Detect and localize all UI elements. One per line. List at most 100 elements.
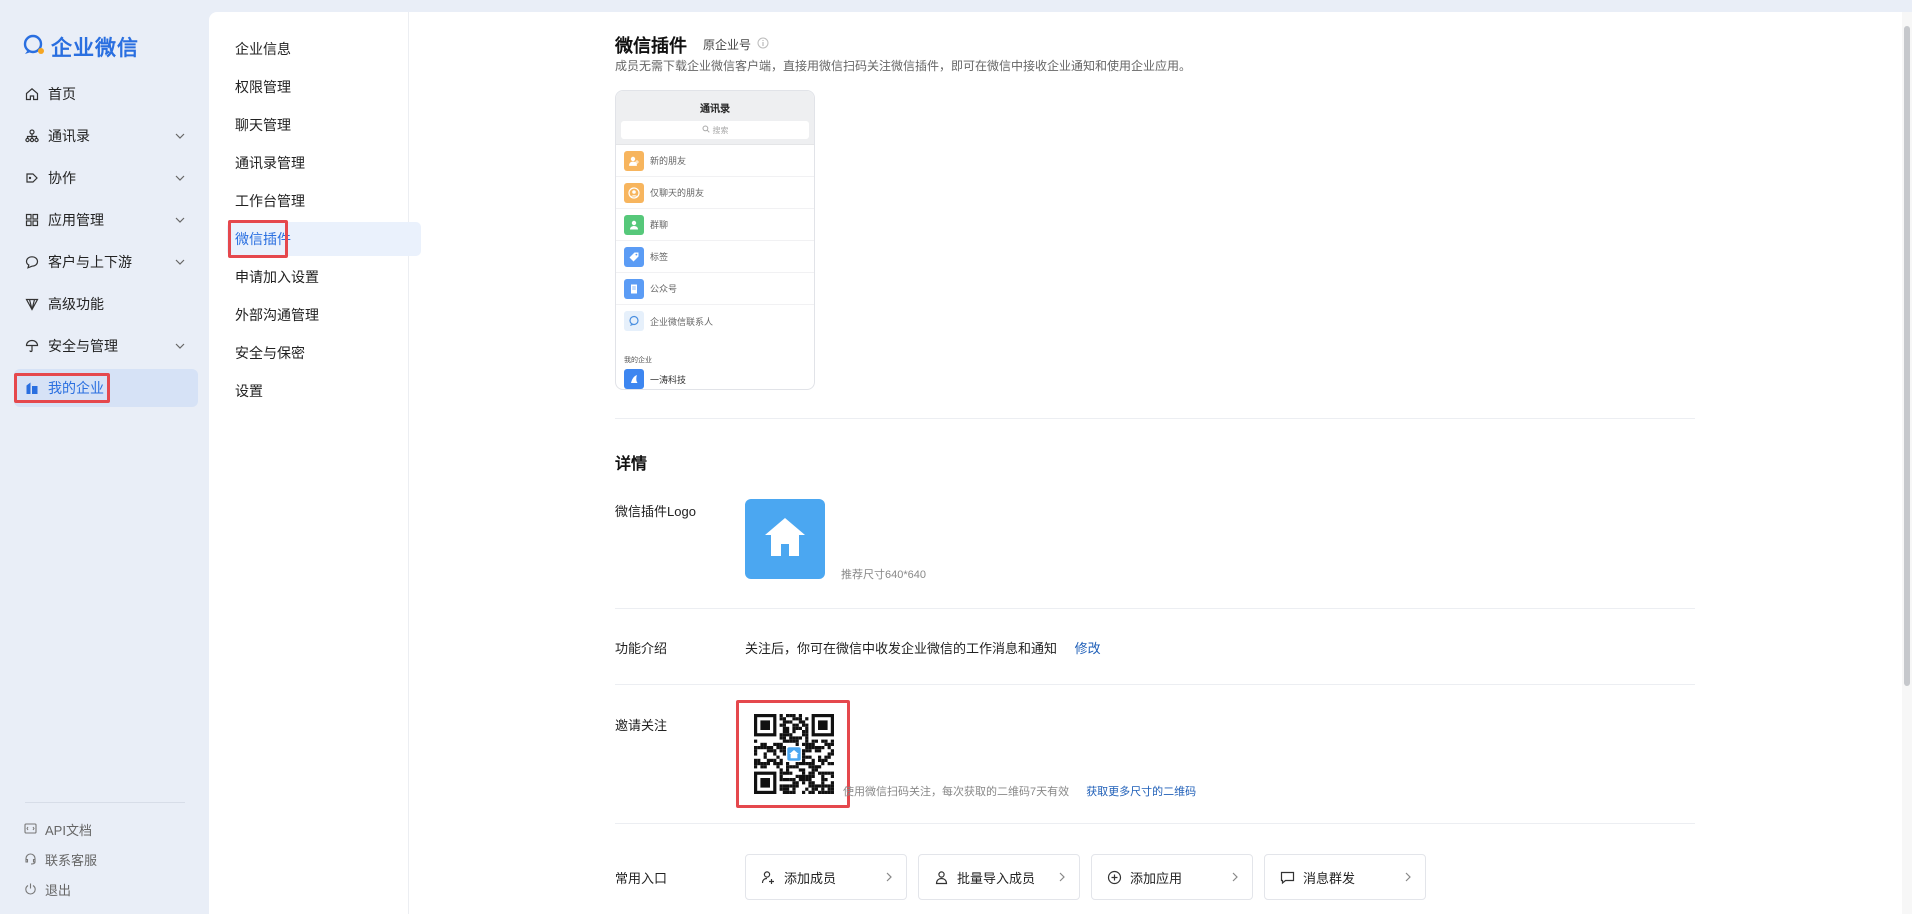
- page-title: 微信插件: [615, 36, 687, 56]
- users-icon: [933, 869, 949, 885]
- subnav-item[interactable]: 申请加入设置: [227, 260, 393, 294]
- corp-tag-label: 原企业号: [703, 38, 752, 52]
- scrollbar-thumb[interactable]: [1904, 26, 1910, 686]
- official-account-icon: [624, 278, 644, 299]
- contact-row: 群聊: [616, 209, 814, 241]
- contact-label: 仅聊天的朋友: [650, 188, 705, 198]
- footer-label: API文档: [45, 823, 92, 838]
- subnav-item[interactable]: 外部沟通管理: [227, 298, 393, 332]
- nav-label: 客户与上下游: [48, 254, 132, 270]
- divider: [615, 823, 1695, 824]
- contact-label: 新的朋友: [650, 156, 687, 166]
- secondary-nav: 企业信息 权限管理 聊天管理 通讯录管理 工作台管理 微信插件 申请加入设置 外…: [209, 12, 421, 914]
- nav-item-contacts[interactable]: 通讯录: [14, 117, 198, 155]
- divider: [615, 684, 1695, 685]
- subnav-item[interactable]: 通讯录管理: [227, 146, 393, 180]
- nav-item-app-management[interactable]: 应用管理: [14, 201, 198, 239]
- nav-item-advanced[interactable]: 高级功能: [14, 285, 198, 323]
- phone-header: 通讯录 搜索: [616, 91, 814, 145]
- search-icon: [702, 125, 710, 135]
- contact-row: 新的朋友: [616, 145, 814, 177]
- umbrella-icon: [24, 338, 40, 354]
- info-icon[interactable]: [757, 37, 769, 52]
- invite-hint: 使用微信扫码关注，每次获取的二维码7天有效: [843, 786, 1070, 798]
- message-icon: [1279, 869, 1295, 885]
- contact-row: 仅聊天的朋友: [616, 177, 814, 209]
- nav-label: 高级功能: [48, 296, 104, 312]
- intro-row: 关注后，你可在微信中收发企业微信的工作消息和通知 修改: [745, 638, 1101, 657]
- wecom-logo-icon: [22, 33, 46, 62]
- diamond-icon: [24, 296, 40, 312]
- scrollbar[interactable]: [1902, 12, 1912, 914]
- footer-item-logout[interactable]: 退出: [24, 880, 71, 899]
- org-chart-icon: [24, 128, 40, 144]
- corp-tag: 原企业号: [703, 36, 769, 53]
- subnav-item[interactable]: 设置: [227, 374, 393, 408]
- chevron-right-icon: [1230, 871, 1240, 886]
- chevron-down-icon: [174, 129, 186, 145]
- subnav-item[interactable]: 安全与保密: [227, 336, 393, 370]
- contact-label: 企业微信联系人: [650, 316, 714, 327]
- phone-search: 搜索: [621, 121, 809, 139]
- chevron-right-icon: [1057, 871, 1067, 886]
- footer-item-support[interactable]: 联系客服: [24, 850, 97, 869]
- main-sidebar: 企业微信 首页 通讯录 协作 应用管理 客户与上下游 高级功能 安全与管理 我的…: [0, 0, 209, 914]
- footer-label: 联系客服: [45, 853, 98, 868]
- contact-row-corp: 一涛科技: [616, 363, 814, 389]
- entry-label: 添加应用: [1130, 870, 1183, 886]
- logo-hint: 推荐尺寸640*640: [841, 569, 926, 581]
- phone-title: 通讯录: [700, 104, 730, 115]
- contact-row: 企业微信联系人: [616, 305, 814, 337]
- nav-item-customers[interactable]: 客户与上下游: [14, 243, 198, 281]
- add-member-button[interactable]: 添加成员: [745, 854, 907, 900]
- phone-search-placeholder: 搜索: [712, 125, 729, 135]
- nav-item-collaboration[interactable]: 协作: [14, 159, 198, 197]
- wecom-contact-icon: [624, 311, 644, 331]
- details-title: 详情: [615, 456, 648, 473]
- more-qr-sizes-link[interactable]: 获取更多尺寸的二维码: [1086, 786, 1196, 798]
- chevron-down-icon: [174, 339, 186, 355]
- subnav-item[interactable]: 权限管理: [227, 70, 393, 104]
- intro-label: 功能介绍: [615, 641, 668, 656]
- chat-bubble-icon: [24, 254, 40, 270]
- entries-label: 常用入口: [615, 871, 668, 886]
- apps-grid-icon: [24, 212, 40, 228]
- edit-intro-link[interactable]: 修改: [1075, 641, 1101, 656]
- nav-item-home[interactable]: 首页: [14, 75, 198, 113]
- add-app-button[interactable]: 添加应用: [1091, 854, 1253, 900]
- sidebar-divider: [25, 802, 185, 803]
- qr-code[interactable]: [754, 714, 834, 794]
- contact-label: 公众号: [650, 284, 678, 294]
- home-icon: [24, 86, 40, 102]
- corp-logo-icon: [624, 369, 644, 389]
- nav-label: 首页: [48, 86, 76, 102]
- nav-item-security[interactable]: 安全与管理: [14, 327, 198, 365]
- collaboration-icon: [24, 170, 40, 186]
- divider: [615, 608, 1695, 609]
- entry-label: 批量导入成员: [957, 870, 1036, 886]
- content-area: 微信插件 原企业号 成员无需下载企业微信客户端，直接用微信扫码关注微信插件，即可…: [615, 12, 1695, 914]
- broadcast-message-button[interactable]: 消息群发: [1264, 854, 1426, 900]
- contact-label: 标签: [650, 252, 669, 262]
- plugin-logo[interactable]: [745, 499, 825, 579]
- nav-label: 应用管理: [48, 212, 104, 228]
- invite-hint-row: 使用微信扫码关注，每次获取的二维码7天有效 获取更多尺寸的二维码: [843, 783, 1196, 799]
- subnav-item[interactable]: 聊天管理: [227, 108, 393, 142]
- subnav-item[interactable]: 工作台管理: [227, 184, 393, 218]
- app-logo[interactable]: 企业微信: [22, 32, 139, 62]
- plus-circle-icon: [1106, 869, 1122, 885]
- headset-icon: [24, 852, 37, 868]
- nav-label: 安全与管理: [48, 338, 118, 354]
- invite-label: 邀请关注: [615, 718, 668, 733]
- subnav-item[interactable]: 企业信息: [227, 32, 393, 66]
- contact-row: 公众号: [616, 273, 814, 305]
- subnav-item-wechat-plugin[interactable]: 微信插件: [227, 222, 421, 256]
- nav-item-my-company[interactable]: 我的企业: [14, 369, 198, 407]
- footer-item-api-doc[interactable]: API文档: [24, 820, 92, 839]
- nav-label: 通讯录: [48, 128, 90, 144]
- intro-text: 关注后，你可在微信中收发企业微信的工作消息和通知: [745, 641, 1058, 656]
- contact-label: 一涛科技: [650, 374, 687, 385]
- new-friend-icon: [624, 150, 644, 171]
- chat-friend-icon: [624, 182, 644, 203]
- batch-import-button[interactable]: 批量导入成员: [918, 854, 1080, 900]
